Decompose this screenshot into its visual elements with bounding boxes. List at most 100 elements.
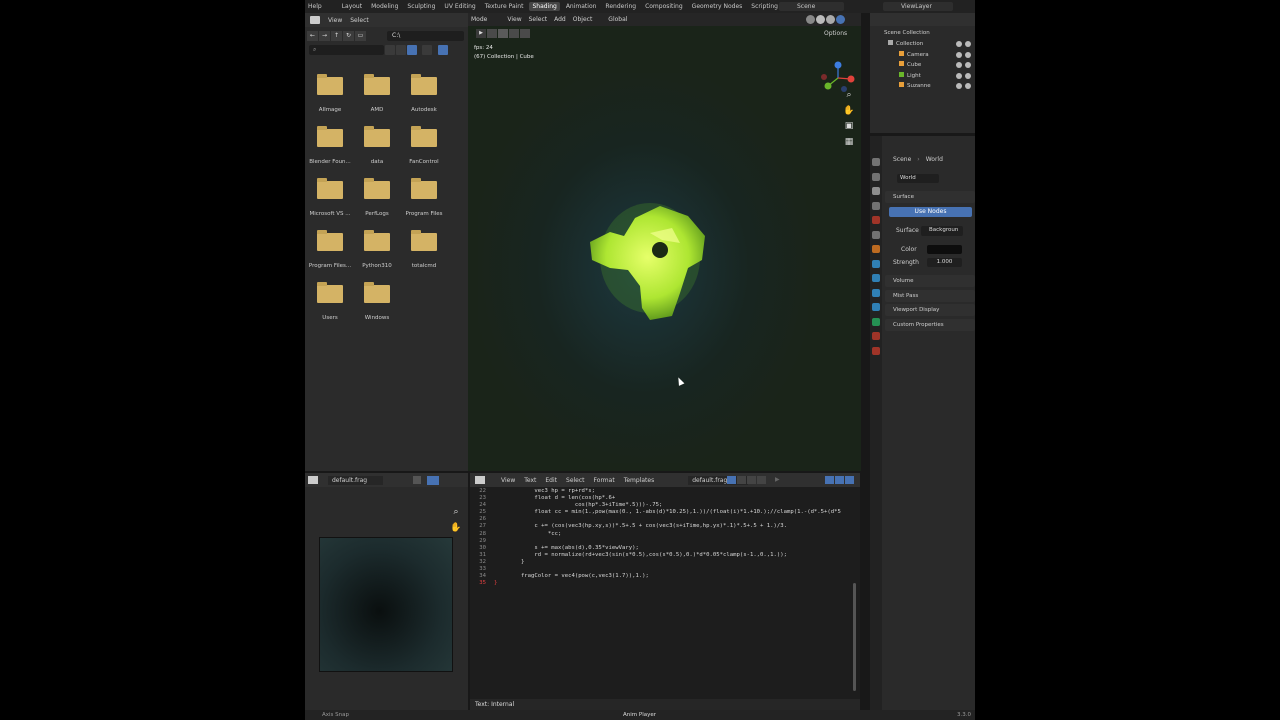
vp-menu-object[interactable]: Object [573,16,593,23]
sort-icon[interactable] [422,45,432,55]
properties-tab-icon[interactable] [872,201,880,210]
workspace-tab[interactable]: Rendering [602,2,639,11]
use-nodes-button[interactable]: Use Nodes [889,207,972,217]
properties-tab-icon[interactable] [872,259,880,268]
view-layer-selector[interactable]: ViewLayer [883,2,953,11]
editor-type-icon[interactable] [310,16,320,24]
visibility-toggles[interactable] [956,71,971,79]
perspective-grid-icon[interactable]: ▦ [843,137,855,149]
surface-shader-field[interactable]: Backgroun [921,226,963,236]
pan-hand-icon[interactable]: ✋ [450,523,462,535]
strength-field[interactable]: 1.000 [927,258,962,267]
outliner-row[interactable]: Light [870,71,975,81]
surface-panel-header[interactable]: Surface [885,191,975,203]
outliner-scene-collection[interactable]: Scene Collection [870,28,975,38]
properties-tab-icon[interactable] [872,288,880,297]
select-subtract-icon[interactable] [520,29,530,38]
workspace-tab[interactable]: Modeling [368,2,401,11]
properties-tab-icon[interactable] [872,274,880,282]
folder-item[interactable]: Python310 [354,229,400,269]
properties-tab-icon[interactable] [872,317,880,326]
image-name[interactable]: default.frag [328,475,383,485]
play-icon[interactable]: ▶ [476,29,486,38]
suzanne-mesh[interactable] [580,198,720,328]
vp-menu-select[interactable]: Select [529,16,548,23]
display-list-detail-icon[interactable] [396,45,406,55]
help-menu[interactable]: Help [308,3,322,10]
outliner-row[interactable]: Suzanne [870,81,975,91]
properties-panel-header[interactable]: Custom Properties [885,318,975,331]
workspace-tab[interactable]: Animation [563,2,600,11]
folder-item[interactable]: PerfLogs [354,177,400,217]
path-field[interactable]: C:\ [387,31,464,41]
transform-orientation[interactable]: Global [608,16,627,23]
properties-tab-icon[interactable] [872,245,880,253]
outliner-row[interactable]: Camera [870,50,975,60]
text-menu-item[interactable]: Edit [545,477,557,484]
workspace-tab[interactable]: Layout [339,2,365,11]
folder-item[interactable]: FanControl [401,125,447,165]
filter-icon[interactable] [438,45,448,55]
workspace-tab[interactable]: Texture Paint [482,2,527,11]
shading-buttons[interactable] [806,15,845,24]
visibility-toggles[interactable] [956,39,971,47]
properties-tab-icon[interactable] [872,303,880,311]
options-menu[interactable]: Options [824,30,847,37]
scene-selector[interactable]: Scene [779,2,844,11]
text-toggle-buttons[interactable] [727,476,766,484]
editor-type-icon[interactable] [475,476,485,484]
vp-menu-add[interactable]: Add [554,16,566,23]
display-thumbnail-icon[interactable] [407,45,417,55]
editor-type-icon[interactable] [308,476,318,484]
fb-menu-view[interactable]: View [328,17,342,24]
zoom-icon[interactable]: ⌕ [450,507,462,519]
text-menu-item[interactable]: Templates [624,477,655,484]
text-menu-item[interactable]: Text [524,477,536,484]
workspace-tab[interactable]: UV Editing [441,2,478,11]
folder-item[interactable]: data [354,125,400,165]
properties-tab-icon[interactable] [872,216,880,224]
folder-item[interactable]: Autodesk [401,73,447,113]
properties-panel-header[interactable]: Mist Pass [885,289,975,302]
3d-viewport[interactable]: Mode View Select Add Object Global ▶ Opt… [468,13,861,471]
visibility-toggles[interactable] [956,60,971,68]
file-search-input[interactable]: ⌕ [309,45,384,55]
run-script-icon[interactable]: ▶ [775,476,780,483]
workspace-tab[interactable]: Shading [529,2,560,11]
outliner-row[interactable]: Collection [870,39,975,49]
text-menu-item[interactable]: Select [566,477,585,484]
folder-item[interactable]: Windows [354,281,400,321]
new-folder-icon[interactable]: ▭ [355,31,366,41]
breadcrumb-scene[interactable]: Scene [887,156,911,163]
folder-item[interactable]: totalcmd [401,229,447,269]
fb-menu-select[interactable]: Select [350,17,369,24]
refresh-icon[interactable]: ↻ [343,31,354,41]
select-extend-icon[interactable] [509,29,519,38]
properties-tab-icon[interactable] [872,187,880,195]
folder-item[interactable]: Blender Foun... [307,125,353,165]
outliner-row[interactable]: Cube [870,60,975,70]
visibility-toggles[interactable] [956,50,971,58]
display-list-icon[interactable] [385,45,395,55]
properties-tab-icon[interactable] [872,158,880,166]
world-datablock[interactable]: World [897,174,939,183]
workspace-tab[interactable]: Scripting [748,2,781,11]
code-area[interactable]: 22 vec3 hp = rp+rd*s; 23 float d = len(co… [470,488,850,698]
color-swatch[interactable] [927,245,962,254]
breadcrumb-world[interactable]: World [926,156,943,163]
folder-item[interactable]: AMD [354,73,400,113]
select-mode-icon[interactable] [498,29,508,38]
forward-icon[interactable]: → [319,31,330,41]
properties-panel-header[interactable]: Volume [885,275,975,287]
workspace-tab[interactable]: Compositing [642,2,686,11]
folder-item[interactable]: Microsoft VS ... [307,177,353,217]
line-numbers-toggle[interactable] [825,476,854,484]
properties-tab-icon[interactable] [872,332,880,340]
pan-hand-icon[interactable]: ✋ [843,106,855,118]
parent-dir-icon[interactable]: ↑ [331,31,342,41]
workspace-tab[interactable]: Sculpting [404,2,438,11]
view-mode-icon[interactable] [427,475,439,485]
text-menu-item[interactable]: Format [594,477,615,484]
mode-menu[interactable]: Mode [471,16,487,23]
properties-tab-icon[interactable] [872,230,880,239]
